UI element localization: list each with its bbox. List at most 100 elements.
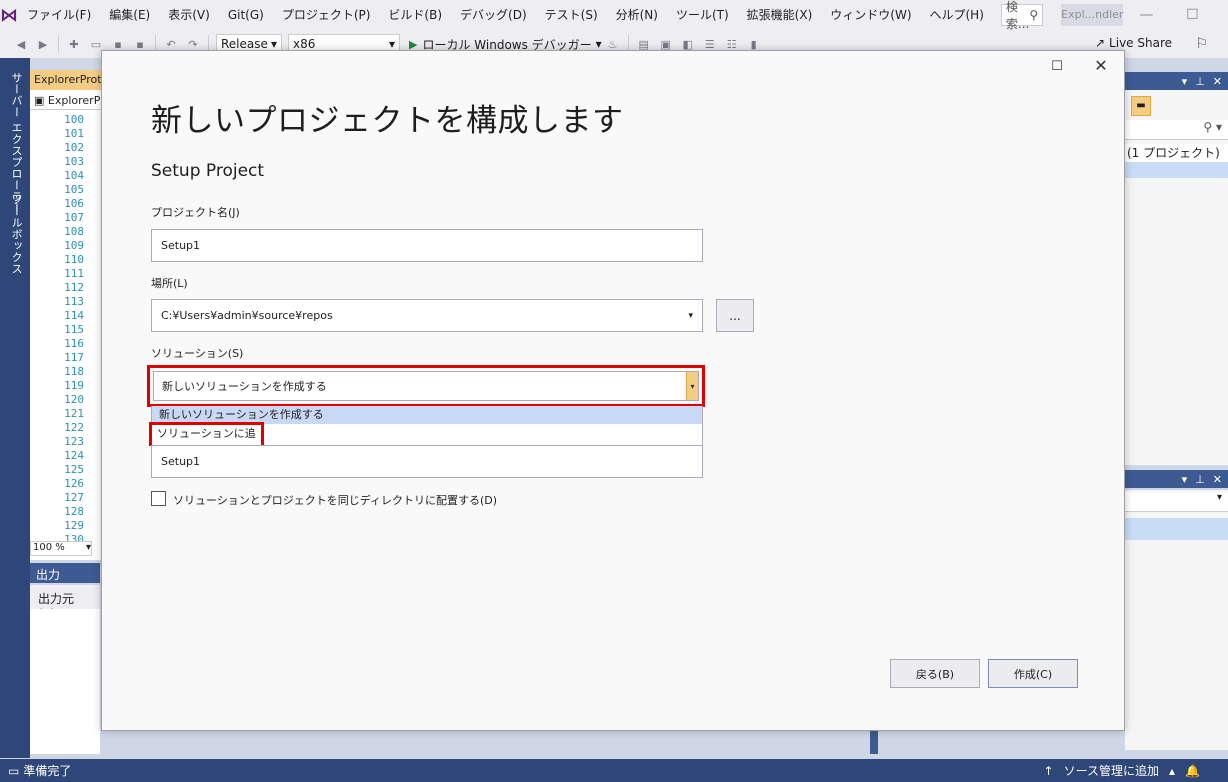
pin-icon[interactable]: ⊥	[1195, 75, 1205, 88]
class-icon: ▣	[34, 94, 45, 107]
zoom-select[interactable]: 100 % ▾	[30, 541, 92, 556]
editor-tab[interactable]: ExplorerProt	[30, 70, 102, 90]
configuration-value: Release	[221, 37, 268, 51]
chevron-down-icon[interactable]: ▾	[686, 372, 698, 400]
solution-node-label[interactable]: (1 プロジェクト)	[1125, 144, 1228, 162]
menu-window[interactable]: ウィンドウ(W)	[821, 0, 920, 30]
minimize-icon[interactable]: —	[1123, 0, 1169, 30]
line-number: 128	[64, 505, 84, 518]
location-label: 場所(L)	[151, 277, 188, 290]
line-number: 104	[64, 169, 84, 182]
line-number: 110	[64, 253, 84, 266]
source-control-button[interactable]: ソース管理に追加	[1064, 762, 1159, 779]
new-project-icon[interactable]: ✚	[66, 36, 82, 52]
menu-edit[interactable]: 編集(E)	[100, 0, 159, 30]
output-panel-title[interactable]: 出力	[30, 563, 100, 583]
toolbox-tab[interactable]: ツールボックス	[8, 194, 24, 275]
menu-analyze[interactable]: 分析(N)	[607, 0, 667, 30]
live-share-icon: ↗	[1094, 36, 1106, 50]
configure-project-dialog: ☐ ✕ 新しいプロジェクトを構成します Setup Project プロジェクト…	[101, 50, 1125, 731]
close-icon[interactable]: ✕	[1215, 0, 1228, 30]
back-navigation-icon[interactable]: ◀	[13, 36, 29, 52]
chevron-down-icon: ▾	[85, 542, 91, 553]
search-input[interactable]: 検索... ⚲	[1000, 0, 1044, 31]
back-button[interactable]: 戻る(B)	[890, 659, 980, 688]
line-number: 109	[64, 239, 84, 252]
play-icon: ▶	[409, 37, 418, 51]
menu-file[interactable]: ファイル(F)	[18, 0, 100, 30]
live-share-button[interactable]: ↗ Live Share	[1095, 36, 1172, 50]
search-placeholder: 検索...	[1005, 0, 1030, 31]
option-add-highlight: ソリューションに追加	[149, 422, 264, 461]
collapse-all-icon[interactable]: ▬	[1131, 96, 1151, 116]
solution-explorer-header: ▾ ⊥ ✕	[1125, 72, 1228, 90]
line-number: 125	[64, 463, 84, 476]
menu-git[interactable]: Git(G)	[219, 0, 273, 30]
line-number: 127	[64, 491, 84, 504]
chevron-down-icon[interactable]: ▾	[1182, 473, 1188, 486]
line-number: 112	[64, 281, 84, 294]
browse-button[interactable]: ...	[716, 299, 754, 332]
maximize-icon[interactable]: ☐	[1169, 0, 1215, 30]
chevron-down-icon[interactable]: ▾	[688, 311, 693, 321]
output-panel-body[interactable]	[30, 609, 100, 754]
properties-object-select[interactable]: ▾	[1125, 492, 1228, 512]
line-number: 102	[64, 141, 84, 154]
line-number: 129	[64, 519, 84, 532]
feedback-icon[interactable]: ⚐	[1195, 36, 1208, 52]
properties-selected-row[interactable]	[1125, 518, 1228, 540]
line-number-gutter: 100 101 102 103 104 105 106 107 108 109 110 111 112 1…	[30, 113, 84, 547]
menu-tools[interactable]: ツール(T)	[667, 0, 738, 30]
menu-build[interactable]: ビルド(B)	[379, 0, 451, 30]
panel-splitter[interactable]	[870, 730, 878, 754]
editor-navigation-bar[interactable]: ▣ ExplorerP	[30, 92, 102, 110]
same-directory-checkbox[interactable]	[151, 491, 166, 506]
notification-bell-icon[interactable]: 🔔	[1185, 764, 1200, 778]
chevron-down-icon[interactable]: ▾	[1182, 75, 1188, 88]
menu-debug[interactable]: デバッグ(D)	[451, 0, 536, 30]
create-button[interactable]: 作成(C)	[988, 659, 1078, 688]
menu-extensions[interactable]: 拡張機能(X)	[738, 0, 822, 30]
line-number: 111	[64, 267, 84, 280]
server-explorer-tab[interactable]: サーバー エクスプローラー	[8, 72, 24, 214]
up-arrow-icon: ↑	[1043, 763, 1054, 778]
maximize-icon[interactable]: ☐	[1050, 59, 1064, 74]
close-icon[interactable]: ✕	[1213, 75, 1222, 88]
live-share-label: Live Share	[1109, 36, 1172, 50]
line-number: 105	[64, 183, 84, 196]
line-number: 120	[64, 393, 84, 406]
chevron-down-icon: ▾	[270, 37, 277, 51]
same-directory-label[interactable]: ソリューションとプロジェクトを同じディレクトリに配置する(D)	[173, 492, 497, 508]
close-icon[interactable]: ✕	[1092, 56, 1110, 75]
window-controls: — ☐ ✕	[1123, 0, 1228, 30]
project-name-label: プロジェクト名(J)	[151, 206, 240, 219]
menu-bar: ⋈ ファイル(F) 編集(E) 表示(V) Git(G) プロジェクト(P) ビ…	[0, 0, 1228, 31]
status-icon: ▭	[8, 763, 20, 778]
project-name-value: Setup1	[161, 239, 201, 252]
line-number: 106	[64, 197, 84, 210]
menu-help[interactable]: ヘルプ(H)	[921, 0, 993, 30]
line-number: 100	[64, 113, 84, 126]
chevron-up-icon: ▴	[1169, 763, 1176, 778]
close-icon[interactable]: ✕	[1213, 473, 1222, 486]
forward-navigation-icon[interactable]: ▶	[35, 36, 51, 52]
solution-name-input[interactable]: Setup1	[151, 445, 703, 478]
solution-combo[interactable]: 新しいソリューションを作成する ▾	[153, 371, 699, 401]
chevron-down-icon: ▾	[1216, 492, 1222, 503]
menu-project[interactable]: プロジェクト(P)	[273, 0, 380, 30]
dialog-title: 新しいプロジェクトを構成します	[151, 103, 624, 139]
menu-test[interactable]: テスト(S)	[536, 0, 607, 30]
location-combo[interactable]: C:¥Users¥admin¥source¥repos ▾	[151, 299, 703, 332]
selected-tree-row[interactable]	[1125, 162, 1228, 178]
pin-icon[interactable]: ⊥	[1195, 473, 1205, 486]
status-right-group: ↑ ソース管理に追加 ▴ 🔔	[1044, 762, 1228, 779]
line-number: 107	[64, 211, 84, 224]
solution-combo-highlight: 新しいソリューションを作成する ▾	[147, 365, 705, 407]
line-number: 118	[64, 365, 84, 378]
menu-view[interactable]: 表示(V)	[159, 0, 219, 30]
left-tool-strip: サーバー エクスプローラー ツールボックス	[0, 58, 30, 758]
line-number: 119	[64, 379, 84, 392]
line-number: 114	[64, 309, 84, 322]
project-name-input[interactable]: Setup1	[151, 229, 703, 262]
solution-search-input[interactable]: ⚲ ▾	[1125, 120, 1228, 140]
